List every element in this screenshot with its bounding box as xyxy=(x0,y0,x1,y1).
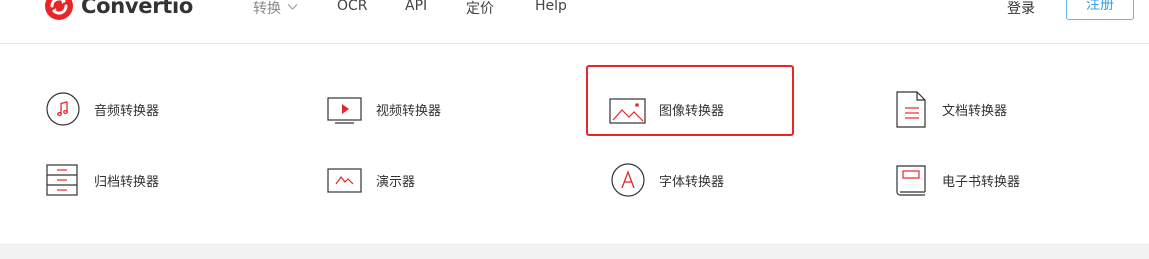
converter-label: 视频转换器 xyxy=(376,103,442,119)
ebook-icon xyxy=(896,165,926,196)
chevron-down-icon xyxy=(287,4,298,10)
archive-icon xyxy=(46,164,78,196)
footer-band xyxy=(0,244,1149,259)
converter-audio[interactable]: 音频转换器 xyxy=(44,89,159,129)
converter-presentation[interactable]: 演示器 xyxy=(326,160,415,200)
nav-convert[interactable]: 转换 xyxy=(253,0,298,18)
converter-label: 文档转换器 xyxy=(942,103,1008,119)
nav-pricing[interactable]: 定价 xyxy=(466,0,494,18)
nav-help[interactable]: Help xyxy=(535,0,567,14)
selection-highlight xyxy=(586,65,794,136)
converter-label: 演示器 xyxy=(376,174,416,190)
converter-video[interactable]: 视频转换器 xyxy=(326,89,441,129)
video-icon xyxy=(327,97,362,124)
converter-ebook[interactable]: 电子书转换器 xyxy=(892,160,1020,200)
audio-icon xyxy=(46,92,80,126)
nav-api[interactable]: API xyxy=(405,0,427,14)
font-icon xyxy=(611,163,645,197)
page: Convertio 转换 OCR API 定价 Help 登录 注册 音频转换器 xyxy=(0,0,1149,259)
top-header: Convertio 转换 OCR API 定价 Help 登录 注册 xyxy=(0,0,1149,44)
converter-menu: 音频转换器 视频转换器 图像转换器 文档转换器 归档转换器 演示器 字体转换器 … xyxy=(0,44,1149,244)
brand-name: Convertio xyxy=(81,0,194,18)
converter-document[interactable]: 文档转换器 xyxy=(892,89,1007,129)
register-button[interactable]: 注册 xyxy=(1066,0,1134,20)
converter-archive[interactable]: 归档转换器 xyxy=(44,160,159,200)
converter-label: 电子书转换器 xyxy=(942,174,1021,190)
presentation-icon xyxy=(327,168,362,193)
document-icon xyxy=(896,91,926,128)
converter-label: 归档转换器 xyxy=(94,174,160,190)
login-link[interactable]: 登录 xyxy=(1007,0,1035,18)
nav-convert-label: 转换 xyxy=(253,1,281,17)
logo[interactable]: Convertio xyxy=(44,0,193,21)
converter-label: 音频转换器 xyxy=(94,103,160,119)
converter-label: 字体转换器 xyxy=(659,174,725,190)
convertio-logo-icon xyxy=(45,0,73,20)
nav-ocr[interactable]: OCR xyxy=(337,0,368,14)
converter-font[interactable]: 字体转换器 xyxy=(609,160,724,200)
